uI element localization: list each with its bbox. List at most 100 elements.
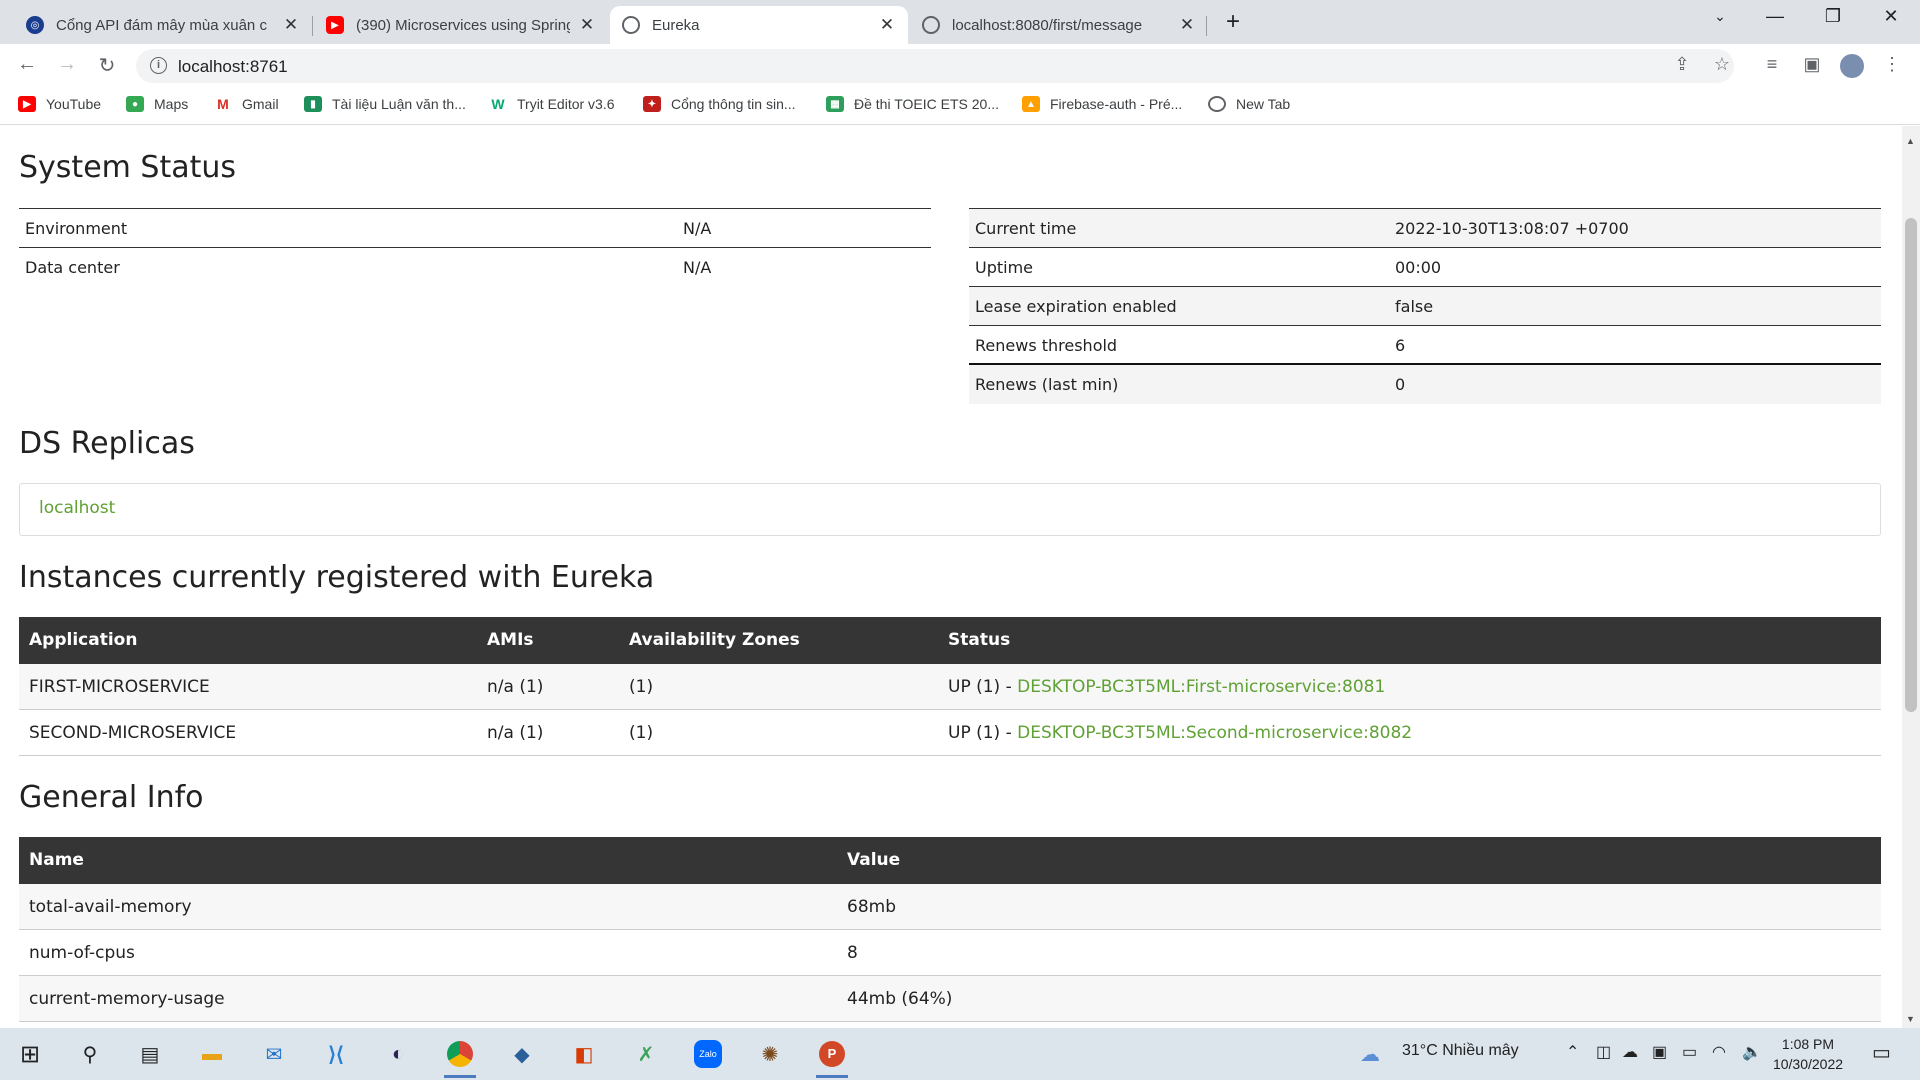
tab-localhost-message[interactable]: localhost:8080/first/message ✕ <box>910 6 1208 44</box>
youtube-icon: ▶ <box>18 96 36 112</box>
chrome-icon[interactable] <box>440 1036 480 1078</box>
cell-application: FIRST-MICROSERVICE <box>29 677 210 697</box>
cell-name: current-memory-usage <box>29 989 225 1009</box>
table-header: Name Value <box>19 837 1881 884</box>
close-tab-icon[interactable]: ✕ <box>282 15 300 35</box>
new-tab-icon[interactable]: + <box>1218 8 1248 36</box>
bookmark-tryit[interactable]: W Tryit Editor v3.6 <box>489 96 615 112</box>
powerpoint-icon[interactable]: P <box>812 1036 852 1078</box>
instance-link[interactable]: DESKTOP-BC3T5ML:Second-microservice:8082 <box>1017 723 1412 743</box>
firebase-icon: ▲ <box>1022 96 1040 112</box>
tools-icon[interactable]: ✗ <box>626 1036 666 1072</box>
column-header-application: Application <box>29 630 138 650</box>
gmail-icon: M <box>214 96 232 112</box>
mail-icon[interactable]: ✉ <box>254 1036 294 1072</box>
general-info-heading: General Info <box>19 780 204 815</box>
onedrive-icon[interactable]: ☁ <box>1622 1042 1638 1062</box>
scrollbar-thumb[interactable] <box>1905 218 1917 712</box>
reading-list-icon[interactable]: ≡ <box>1760 54 1784 75</box>
zalo-icon[interactable]: Zalo <box>688 1036 728 1072</box>
page-scrollbar[interactable]: ▲ ▼ <box>1902 126 1920 1028</box>
bookmark-maps[interactable]: ● Maps <box>126 96 188 112</box>
tab-strip: ◎ Cổng API đám mây mùa xuân c ✕ ▶ (390) … <box>0 0 1920 44</box>
tab-api-gateway[interactable]: ◎ Cổng API đám mây mùa xuân c ✕ <box>14 6 312 44</box>
cell-zones: (1) <box>629 677 654 697</box>
tab-search-chevron-icon[interactable]: ⌄ <box>1705 8 1735 25</box>
bookmark-firebase[interactable]: ▲ Firebase-auth - Pré... <box>1022 96 1182 112</box>
forward-icon[interactable]: → <box>54 53 80 76</box>
close-tab-icon[interactable]: ✕ <box>578 15 596 35</box>
instance-link[interactable]: DESKTOP-BC3T5ML:First-microservice:8081 <box>1017 677 1385 697</box>
system-clock[interactable]: 1:08 PM 10/30/2022 <box>1758 1034 1858 1074</box>
file-explorer-icon[interactable]: ▬ <box>192 1036 232 1072</box>
cell-zones: (1) <box>629 723 654 743</box>
back-icon[interactable]: ← <box>14 53 40 76</box>
row-value: 00:00 <box>1395 258 1442 277</box>
windows-start-icon[interactable]: ⊞ <box>10 1036 50 1072</box>
column-header-name: Name <box>29 850 84 870</box>
wifi-icon[interactable]: ◠ <box>1712 1042 1726 1062</box>
clock-time: 1:08 PM <box>1781 1036 1835 1052</box>
menu-kebab-icon[interactable]: ⋮ <box>1880 54 1904 75</box>
bookmark-star-icon[interactable]: ☆ <box>1710 54 1734 75</box>
cell-value: 8 <box>847 943 858 963</box>
url-text[interactable]: localhost:8761 <box>178 57 288 77</box>
scroll-up-icon[interactable]: ▲ <box>1906 136 1915 146</box>
minimize-icon[interactable]: — <box>1760 6 1790 27</box>
weather-text[interactable]: 31°C Nhiều mây <box>1402 1042 1519 1060</box>
row-label: Renews (last min) <box>975 375 1119 394</box>
bookmark-label: Đề thi TOEIC ETS 20... <box>854 96 999 112</box>
scroll-down-icon[interactable]: ▼ <box>1906 1014 1915 1024</box>
cell-status: UP (1) - DESKTOP-BC3T5ML:Second-microser… <box>948 723 1412 743</box>
cell-status: UP (1) - DESKTOP-BC3T5ML:First-microserv… <box>948 677 1385 697</box>
replica-link-localhost[interactable]: localhost <box>39 498 115 518</box>
app-badge-icon[interactable]: ✺ <box>750 1036 790 1072</box>
row-label: Current time <box>975 219 1077 238</box>
battery-icon[interactable]: ▭ <box>1682 1042 1697 1062</box>
share-icon[interactable]: ⇪ <box>1670 54 1694 75</box>
instances-heading: Instances currently registered with Eure… <box>19 560 655 595</box>
bookmark-gmail[interactable]: M Gmail <box>214 96 279 112</box>
mysql-workbench-icon[interactable]: ◆ <box>502 1036 542 1072</box>
show-hidden-icons-icon[interactable]: ⌃ <box>1566 1042 1579 1062</box>
row-label: Renews threshold <box>975 336 1118 355</box>
site-info-icon[interactable]: i <box>150 57 167 74</box>
profile-avatar-icon[interactable] <box>1840 54 1864 83</box>
tab-youtube-microservices[interactable]: ▶ (390) Microservices using Spring ✕ <box>314 6 608 44</box>
reload-icon[interactable]: ↻ <box>94 53 120 78</box>
notifications-icon[interactable]: ▭ <box>1872 1040 1891 1065</box>
bookmark-new-tab[interactable]: New Tab <box>1208 96 1290 112</box>
bookmark-label: New Tab <box>1236 96 1291 112</box>
tab-separator <box>312 16 313 36</box>
close-tab-icon[interactable]: ✕ <box>1178 15 1196 35</box>
tab-eureka[interactable]: Eureka ✕ <box>610 6 908 44</box>
bookmark-tai-lieu[interactable]: ▮ Tài liệu Luận văn th... <box>304 96 466 112</box>
bookmark-cong-thong-tin[interactable]: ✦ Cổng thông tin sin... <box>643 96 796 112</box>
restore-icon[interactable]: ❐ <box>1818 6 1848 27</box>
windows-taskbar: ⊞ ⚲ ▤ ▬ ✉ ⟩⟨ ◐ ◆ ◧ ✗ Zalo ✺ P ☁ 31°C Nhi… <box>0 1028 1920 1080</box>
address-bar[interactable]: i localhost:8761 <box>136 49 1734 83</box>
table-row: Environment N/A <box>19 209 931 248</box>
volume-icon[interactable]: 🔈 <box>1742 1042 1762 1062</box>
table-row: num-of-cpus 8 <box>19 930 1881 976</box>
table-row: Renews threshold 6 <box>969 326 1881 365</box>
eclipse-icon[interactable]: ◐ <box>378 1036 418 1072</box>
task-view-icon[interactable]: ▤ <box>130 1036 170 1072</box>
cell-application: SECOND-MICROSERVICE <box>29 723 237 743</box>
vscode-icon[interactable]: ⟩⟨ <box>316 1036 356 1072</box>
bookmark-youtube[interactable]: ▶ YouTube <box>18 96 101 112</box>
close-tab-icon[interactable]: ✕ <box>878 15 896 35</box>
tab-title: Cổng API đám mây mùa xuân c <box>56 16 267 34</box>
display-icon[interactable]: ▣ <box>1652 1042 1667 1062</box>
bookmark-toeic[interactable]: ▦ Đề thi TOEIC ETS 20... <box>826 96 999 112</box>
close-window-icon[interactable]: ✕ <box>1876 6 1906 27</box>
system-status-right-table: Current time 2022-10-30T13:08:07 +0700 U… <box>969 208 1881 404</box>
side-panel-icon[interactable]: ▣ <box>1800 54 1824 75</box>
ds-replicas-list: localhost <box>19 483 1881 536</box>
device-icon[interactable]: ◫ <box>1596 1042 1611 1062</box>
cell-amis: n/a (1) <box>487 677 544 697</box>
office-icon[interactable]: ◧ <box>564 1036 604 1072</box>
site-favicon-icon: ◎ <box>26 16 44 34</box>
search-icon[interactable]: ⚲ <box>70 1036 110 1072</box>
table-row: Current time 2022-10-30T13:08:07 +0700 <box>969 209 1881 248</box>
